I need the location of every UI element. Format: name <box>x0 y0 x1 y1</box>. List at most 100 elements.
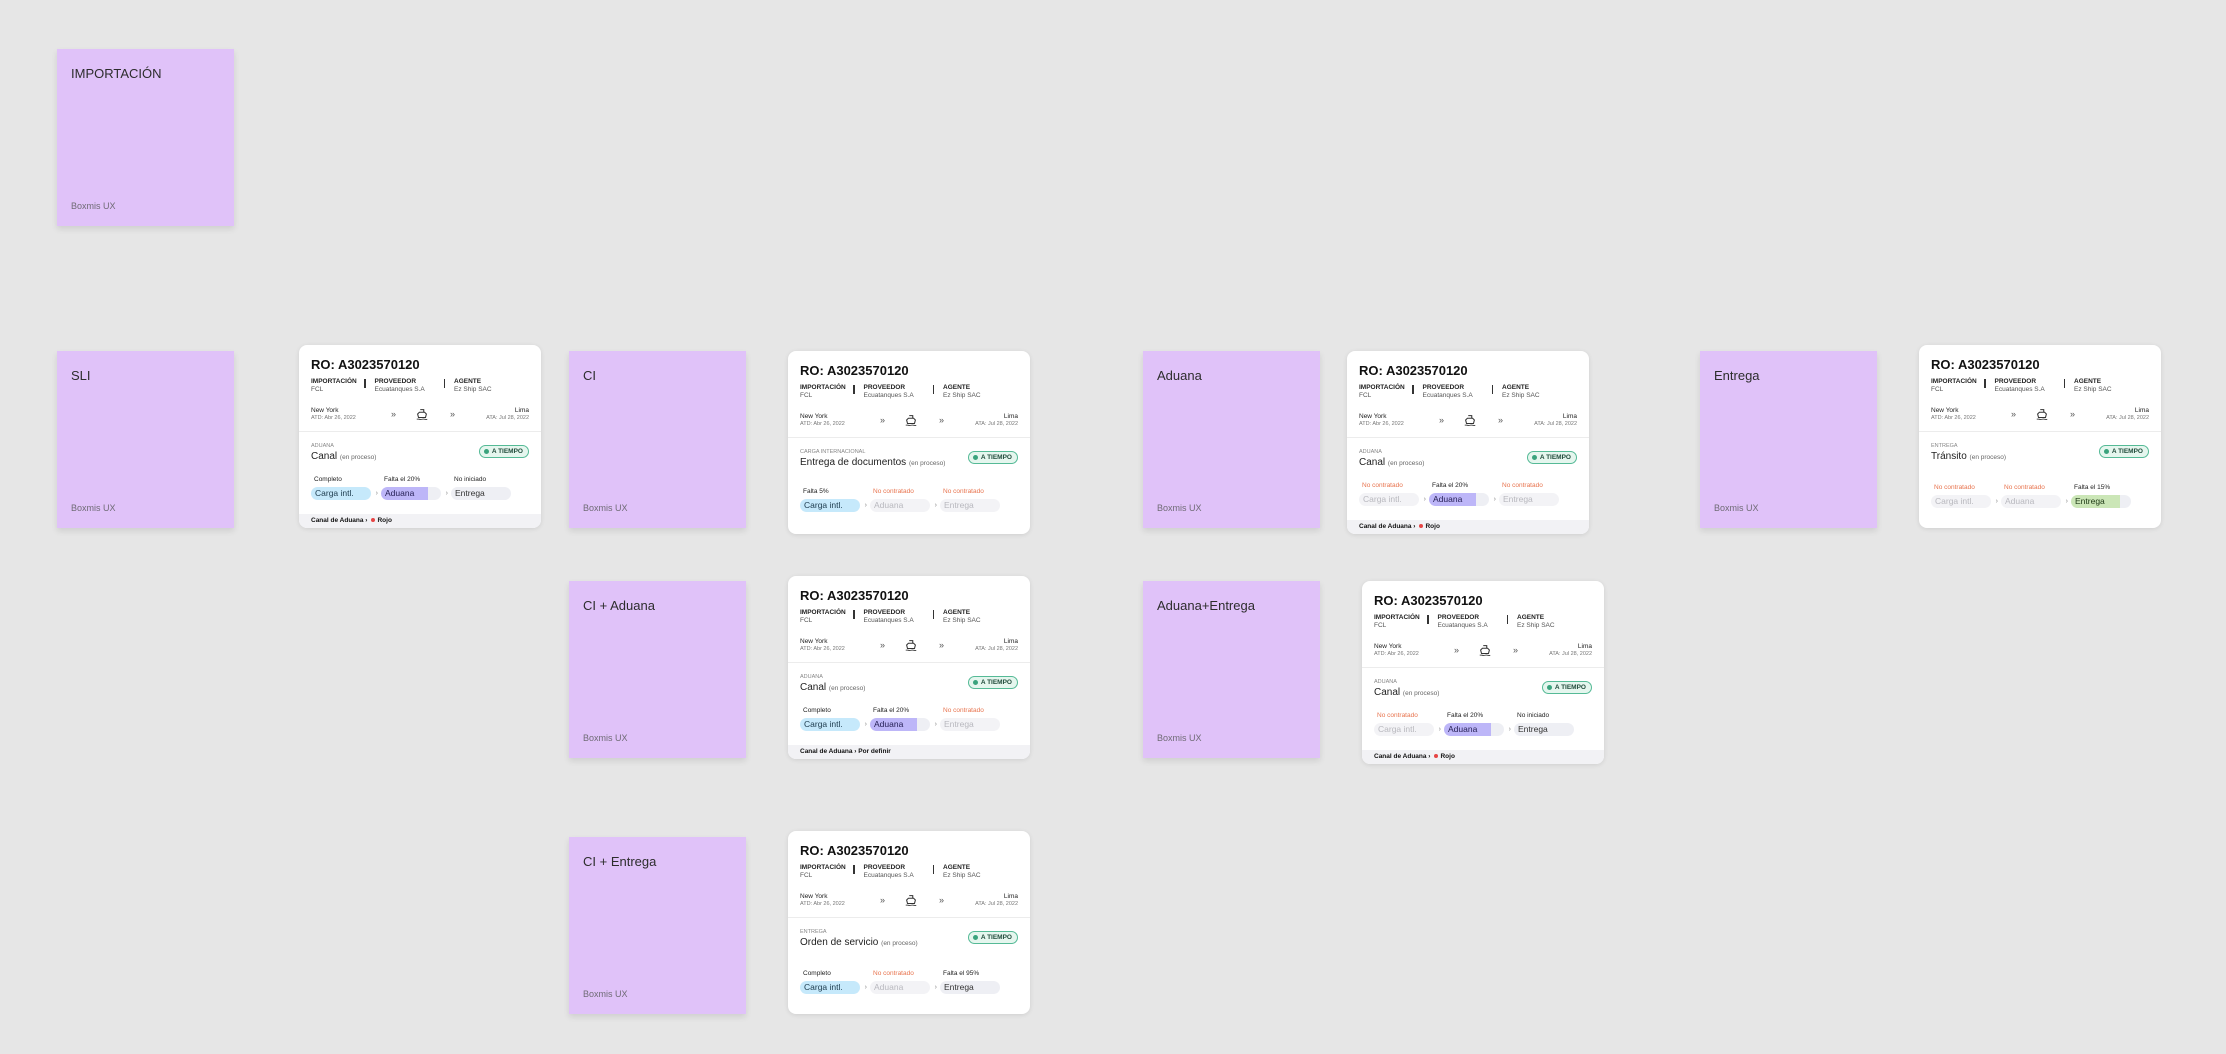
sticky-note-aduana[interactable]: Aduana Boxmis UX <box>1143 351 1320 528</box>
origin-date: ATD: Abr 26, 2022 <box>800 421 845 427</box>
step-aduana[interactable]: Aduana <box>870 718 930 731</box>
ro-card-ci-aduana[interactable]: RO: A3023570120 IMPORTACIÓN FCL PROVEEDOR… <box>788 576 1030 759</box>
origin-date: ATD: Abr 26, 2022 <box>1931 415 1976 421</box>
step-status: Falta el 20% <box>384 476 421 483</box>
step-carga-intl[interactable]: Carga intl. <box>800 981 860 994</box>
origin-city: New York <box>311 407 339 414</box>
status-badge[interactable]: A TIEMPO <box>967 451 1018 464</box>
chevron-right-icon: » <box>1454 645 1460 655</box>
chevron-right-icon: » <box>2070 409 2076 419</box>
ship-icon <box>1479 645 1491 656</box>
meta-separator <box>1491 385 1493 394</box>
ro-number: RO: A3023570120 <box>800 363 909 378</box>
divider <box>788 437 1030 438</box>
step-aduana[interactable]: Aduana <box>870 499 930 512</box>
aduana-channel-footer[interactable]: Canal de Aduana › Rojo <box>1362 750 1604 764</box>
agente-value: Ez Ship SAC <box>943 392 981 399</box>
ro-card-ci-entrega[interactable]: RO: A3023570120 IMPORTACIÓN FCL PROVEEDOR… <box>788 831 1030 1014</box>
origin-date: ATD: Abr 26, 2022 <box>1374 651 1419 657</box>
sticky-note-importacion[interactable]: IMPORTACIÓN Boxmis UX <box>57 49 234 226</box>
sticky-title: SLI <box>71 368 91 383</box>
step-status: No contratado <box>1362 482 1403 489</box>
agente-value: Ez Ship SAC <box>1502 392 1540 399</box>
importacion-value: FCL <box>800 872 813 879</box>
step-entrega[interactable]: Entrega <box>2071 495 2131 508</box>
chevron-right-icon: » <box>939 640 945 650</box>
sticky-author: Boxmis UX <box>1157 503 1202 513</box>
arrow-right-icon: › <box>445 490 448 497</box>
status-badge[interactable]: A TIEMPO <box>1526 451 1577 464</box>
step-entrega[interactable]: Entrega <box>940 718 1000 731</box>
meta-separator <box>853 865 855 874</box>
step-aduana[interactable]: Aduana <box>870 981 930 994</box>
ship-icon <box>905 415 917 426</box>
step-status: Falta el 20% <box>873 707 910 714</box>
importacion-label: IMPORTACIÓN <box>800 609 846 616</box>
step-entrega[interactable]: Entrega <box>451 487 511 500</box>
status-badge[interactable]: A TIEMPO <box>2098 445 2149 458</box>
step-entrega[interactable]: Entrega <box>940 499 1000 512</box>
status-sub: (en proceso) <box>908 460 946 467</box>
ro-card-entrega[interactable]: RO: A3023570120 IMPORTACIÓN FCL PROVEEDOR… <box>1919 345 2161 528</box>
route-row: New York ATD: Abr 26, 2022 » » Lima ATA: J… <box>1931 407 2149 423</box>
ro-card-sli[interactable]: RO: A3023570120 IMPORTACIÓN FCL PROVEEDOR… <box>299 345 541 528</box>
footer-label: Canal de Aduana › <box>311 517 368 524</box>
badge-text: A TIEMPO <box>1554 684 1586 691</box>
step-aduana[interactable]: Aduana <box>381 487 441 500</box>
aduana-channel-footer[interactable]: Canal de Aduana › Rojo <box>1347 520 1589 534</box>
dest-date: ATA: Jul 28, 2022 <box>975 901 1018 907</box>
sticky-note-ci-entrega[interactable]: CI + Entrega Boxmis UX <box>569 837 746 1014</box>
ship-icon <box>416 409 428 420</box>
sticky-note-ci[interactable]: CI Boxmis UX <box>569 351 746 528</box>
sticky-note-sli[interactable]: SLI Boxmis UX <box>57 351 234 528</box>
step-carga-intl[interactable]: Carga intl. <box>1374 723 1434 736</box>
step-carga-intl[interactable]: Carga intl. <box>800 499 860 512</box>
badge-text: A TIEMPO <box>980 454 1012 461</box>
dest-city: Lima <box>514 407 529 414</box>
step-entrega[interactable]: Entrega <box>940 981 1000 994</box>
step-status: Falta el 15% <box>2074 484 2111 491</box>
status-block: ADUANA Canal (en proceso) A TIEMPO <box>800 674 1018 695</box>
ro-number: RO: A3023570120 <box>1359 363 1468 378</box>
status-dot <box>972 935 978 940</box>
step-carga-intl[interactable]: Carga intl. <box>1931 495 1991 508</box>
dest-city: Lima <box>1003 638 1018 645</box>
status-badge[interactable]: A TIEMPO <box>1541 681 1592 694</box>
status-sub: (en proceso) <box>1969 454 2007 461</box>
sticky-note-aduana-entrega[interactable]: Aduana+Entrega Boxmis UX <box>1143 581 1320 758</box>
step-aduana[interactable]: Aduana <box>1429 493 1489 506</box>
ro-card-ci[interactable]: RO: A3023570120 IMPORTACIÓN FCL PROVEEDOR… <box>788 351 1030 534</box>
aduana-channel-footer[interactable]: Canal de Aduana › Rojo <box>299 514 541 528</box>
route-row: New York ATD: Abr 26, 2022 » » Lima ATA: J… <box>1359 413 1577 429</box>
step-status: No contratado <box>1502 482 1543 489</box>
proveedor-label: PROVEEDOR <box>1422 384 1465 391</box>
status-dot <box>1531 455 1537 460</box>
sticky-title: CI + Aduana <box>583 598 655 613</box>
shipment-meta: IMPORTACIÓN FCL PROVEEDOR Ecuatanques S.A … <box>800 609 981 625</box>
chevron-right-icon: » <box>1439 415 1445 425</box>
ro-card-aduana-entrega[interactable]: RO: A3023570120 IMPORTACIÓN FCL PROVEEDOR… <box>1362 581 1604 764</box>
step-carga-intl[interactable]: Carga intl. <box>1359 493 1419 506</box>
status-block: ENTREGA Orden de servicio (en proceso) A… <box>800 929 1018 950</box>
proveedor-value: Ecuatanques S.A <box>1994 386 2045 393</box>
step-aduana[interactable]: Aduana <box>2001 495 2061 508</box>
step-aduana[interactable]: Aduana <box>1444 723 1504 736</box>
sticky-note-ci-aduana[interactable]: CI + Aduana Boxmis UX <box>569 581 746 758</box>
sticky-title: CI <box>583 368 596 383</box>
step-carga-intl[interactable]: Carga intl. <box>800 718 860 731</box>
step-entrega[interactable]: Entrega <box>1499 493 1559 506</box>
proveedor-label: PROVEEDOR <box>863 864 906 871</box>
ro-card-aduana[interactable]: RO: A3023570120 IMPORTACIÓN FCL PROVEEDOR… <box>1347 351 1589 534</box>
status-name: Canal <box>311 451 338 462</box>
progress-steps: Completo Carga intl. › No contratado Aduana… <box>800 969 1010 994</box>
step-status: No iniciado <box>1517 712 1550 719</box>
status-badge[interactable]: A TIEMPO <box>967 676 1018 689</box>
status-badge[interactable]: A TIEMPO <box>478 445 529 458</box>
agente-label: AGENTE <box>2074 378 2102 385</box>
step-status: No contratado <box>1377 712 1418 719</box>
aduana-channel-footer[interactable]: Canal de Aduana › Por definir <box>788 745 1030 759</box>
step-carga-intl[interactable]: Carga intl. <box>311 487 371 500</box>
step-entrega[interactable]: Entrega <box>1514 723 1574 736</box>
status-badge[interactable]: A TIEMPO <box>967 931 1018 944</box>
sticky-note-entrega[interactable]: Entrega Boxmis UX <box>1700 351 1877 528</box>
